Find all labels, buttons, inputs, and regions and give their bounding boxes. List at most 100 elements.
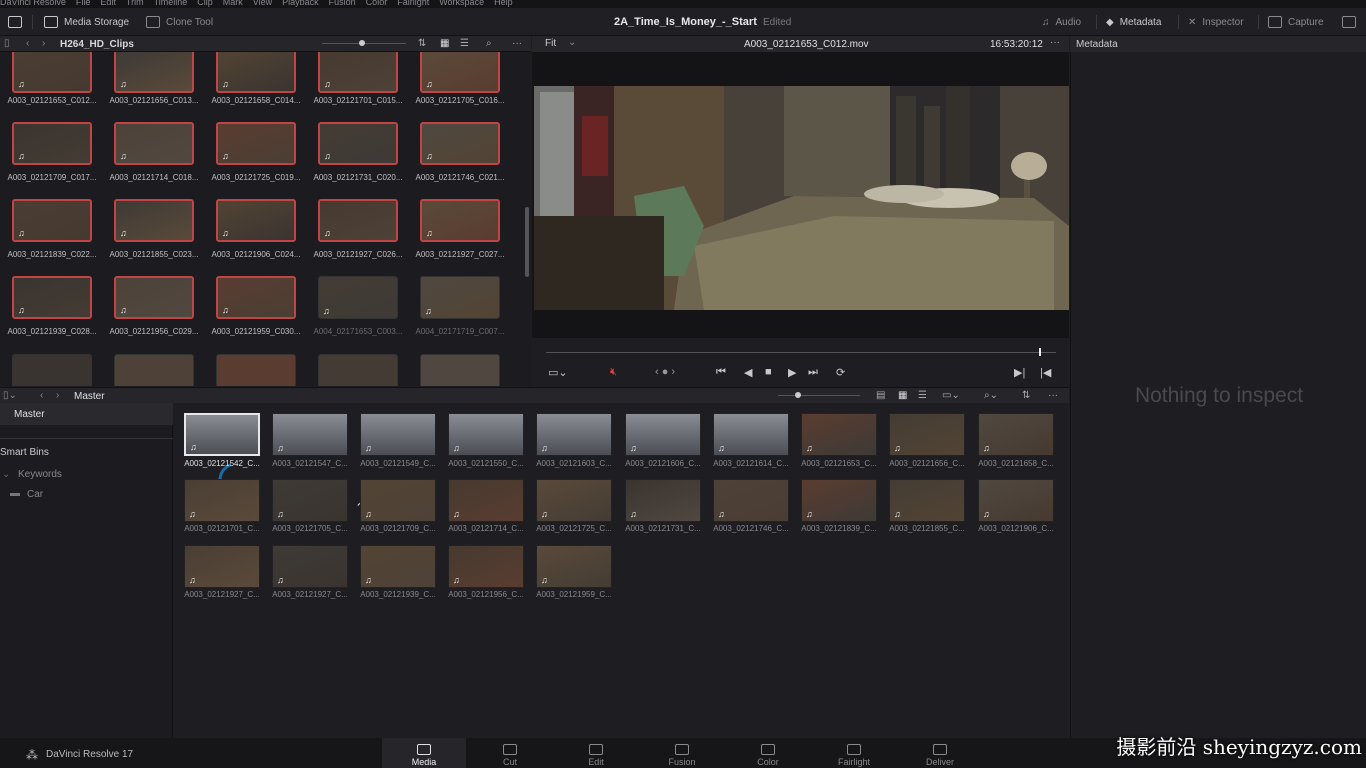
stop-icon[interactable]: ■ bbox=[765, 366, 772, 378]
media-clip-thumbnail[interactable]: ♫ bbox=[318, 122, 398, 165]
capture-button[interactable]: Capture bbox=[1268, 14, 1324, 30]
source-viewer[interactable] bbox=[532, 52, 1069, 338]
media-clip-thumbnail[interactable]: ♫ bbox=[216, 276, 296, 319]
media-clip-thumbnail[interactable]: ♫ bbox=[420, 199, 500, 242]
full-screen-button[interactable] bbox=[1342, 14, 1356, 30]
viewer-more-icon[interactable]: ··· bbox=[1050, 37, 1060, 48]
pool-clip-thumbnail[interactable]: ♫ bbox=[713, 413, 789, 456]
back-icon[interactable]: ‹ bbox=[40, 390, 43, 401]
menu-item[interactable]: Edit bbox=[100, 0, 116, 7]
pool-clip-thumbnail[interactable]: ♫ bbox=[184, 479, 260, 522]
go-to-end-icon[interactable]: ⏭ bbox=[808, 366, 818, 379]
grid-view-icon[interactable]: ▦ bbox=[440, 38, 449, 49]
viewer-options-icon[interactable]: ▭⌄ bbox=[548, 366, 568, 379]
play-reverse-icon[interactable]: ◀ bbox=[744, 366, 752, 379]
media-clip-thumbnail[interactable]: ♫ bbox=[420, 52, 500, 93]
sidebar-toggle-icon[interactable]: ▯ bbox=[4, 38, 10, 49]
pool-clip-thumbnail[interactable]: ♫ bbox=[272, 479, 348, 522]
menu-item[interactable]: Fairlight bbox=[397, 0, 429, 7]
media-clip-thumbnail[interactable]: ♫ bbox=[12, 276, 92, 319]
media-clip-thumbnail[interactable]: ♫ bbox=[318, 276, 398, 319]
media-clip-thumbnail[interactable] bbox=[12, 354, 92, 386]
menu-item[interactable]: View bbox=[253, 0, 272, 7]
media-clip-thumbnail[interactable]: ♫ bbox=[12, 52, 92, 93]
page-cut[interactable]: Cut bbox=[468, 738, 552, 768]
zoom-select[interactable]: Fit bbox=[545, 38, 556, 49]
pool-clip-thumbnail[interactable]: ♫ bbox=[978, 413, 1054, 456]
media-clip-thumbnail[interactable]: ♫ bbox=[318, 199, 398, 242]
keywords-bin[interactable]: Keywords bbox=[18, 469, 62, 480]
pool-clip-thumbnail[interactable]: ♫ bbox=[184, 413, 260, 456]
viewer-scrubber[interactable] bbox=[546, 352, 1056, 353]
panel-toggle-button[interactable] bbox=[8, 14, 22, 30]
page-deliver[interactable]: Deliver bbox=[898, 738, 982, 768]
jog-control-icon[interactable]: ‹ ● › bbox=[655, 366, 675, 378]
sort-icon[interactable]: ⇅ bbox=[418, 38, 426, 49]
page-color[interactable]: Color bbox=[726, 738, 810, 768]
pool-clip-thumbnail[interactable]: ♫ bbox=[713, 479, 789, 522]
menu-item[interactable]: Mark bbox=[223, 0, 243, 7]
media-clip-thumbnail[interactable]: ♫ bbox=[318, 52, 398, 93]
sort-icon[interactable]: ⇅ bbox=[1022, 390, 1030, 401]
pool-clip-thumbnail[interactable]: ♫ bbox=[536, 479, 612, 522]
menu-item[interactable]: Clip bbox=[197, 0, 213, 7]
media-clip-thumbnail[interactable]: ♫ bbox=[420, 122, 500, 165]
slider-handle[interactable] bbox=[359, 40, 365, 46]
pool-clip-thumbnail[interactable]: ♫ bbox=[448, 413, 524, 456]
car-bin[interactable]: Car bbox=[27, 489, 43, 500]
pool-clip-thumbnail[interactable]: ♫ bbox=[889, 479, 965, 522]
back-icon[interactable]: ‹ bbox=[26, 38, 29, 49]
audio-button[interactable]: ♫ Audio bbox=[1042, 14, 1081, 30]
playhead[interactable] bbox=[1039, 348, 1041, 356]
media-clip-thumbnail[interactable]: ♫ bbox=[420, 276, 500, 319]
menu-item[interactable]: Timeline bbox=[154, 0, 188, 7]
media-clip-thumbnail[interactable]: ♫ bbox=[114, 199, 194, 242]
pool-clip-thumbnail[interactable]: ♫ bbox=[536, 545, 612, 588]
pool-clip-thumbnail[interactable]: ♫ bbox=[536, 413, 612, 456]
clip-display-icon[interactable]: ▭⌄ bbox=[942, 390, 960, 401]
pool-clip-thumbnail[interactable]: ♫ bbox=[184, 545, 260, 588]
menu-item[interactable]: DaVinci Resolve bbox=[0, 0, 66, 7]
more-icon[interactable]: ··· bbox=[1048, 390, 1058, 401]
list-view-icon[interactable]: ☰ bbox=[918, 390, 927, 401]
pool-clip-thumbnail[interactable]: ♫ bbox=[978, 479, 1054, 522]
pool-clip-thumbnail[interactable]: ♫ bbox=[360, 413, 436, 456]
pool-clip-thumbnail[interactable]: ♫ bbox=[272, 413, 348, 456]
media-clip-thumbnail[interactable] bbox=[318, 354, 398, 386]
media-storage-button[interactable]: Media Storage bbox=[44, 14, 129, 30]
pool-clip-thumbnail[interactable]: ♫ bbox=[889, 413, 965, 456]
pool-clip-thumbnail[interactable]: ♫ bbox=[448, 479, 524, 522]
media-clip-thumbnail[interactable] bbox=[114, 354, 194, 386]
pool-thumbnail-slider[interactable] bbox=[778, 395, 860, 396]
bin-master[interactable]: Master bbox=[0, 403, 173, 425]
pool-clip-thumbnail[interactable]: ♫ bbox=[272, 545, 348, 588]
more-icon[interactable]: ··· bbox=[512, 38, 522, 49]
mute-icon[interactable]: 🔇︎ bbox=[610, 366, 617, 379]
media-clip-thumbnail[interactable]: ♫ bbox=[114, 122, 194, 165]
menu-item[interactable]: Help bbox=[494, 0, 513, 7]
grid-view-icon[interactable]: ▦ bbox=[898, 390, 907, 401]
menu-item[interactable]: Workspace bbox=[439, 0, 484, 7]
media-clip-thumbnail[interactable] bbox=[216, 354, 296, 386]
pool-clip-thumbnail[interactable]: ♫ bbox=[625, 413, 701, 456]
chevron-down-icon[interactable]: ⌄ bbox=[568, 37, 576, 48]
pool-clip-thumbnail[interactable]: ♫ bbox=[801, 479, 877, 522]
media-clip-thumbnail[interactable]: ♫ bbox=[12, 122, 92, 165]
media-clip-thumbnail[interactable]: ♫ bbox=[216, 199, 296, 242]
menu-item[interactable]: Color bbox=[366, 0, 388, 7]
forward-icon[interactable]: › bbox=[42, 38, 45, 49]
media-clip-thumbnail[interactable]: ♫ bbox=[114, 276, 194, 319]
menu-item[interactable]: Playback bbox=[282, 0, 319, 7]
mark-in-icon[interactable]: ▶| bbox=[1014, 366, 1025, 379]
pool-clip-thumbnail[interactable]: ♫ bbox=[625, 479, 701, 522]
search-icon[interactable]: ⌕ bbox=[486, 38, 492, 49]
chevron-down-icon[interactable]: ⌄ bbox=[2, 469, 10, 480]
menu-item[interactable]: Trim bbox=[126, 0, 144, 7]
pool-clip-thumbnail[interactable]: ♫ bbox=[360, 545, 436, 588]
play-icon[interactable]: ▶ bbox=[788, 366, 796, 379]
inspector-button[interactable]: ✕ Inspector bbox=[1188, 14, 1244, 30]
clone-tool-button[interactable]: Clone Tool bbox=[146, 14, 213, 30]
media-clip-thumbnail[interactable]: ♫ bbox=[216, 52, 296, 93]
page-fairlight[interactable]: Fairlight bbox=[812, 738, 896, 768]
page-media[interactable]: Media bbox=[382, 738, 466, 768]
